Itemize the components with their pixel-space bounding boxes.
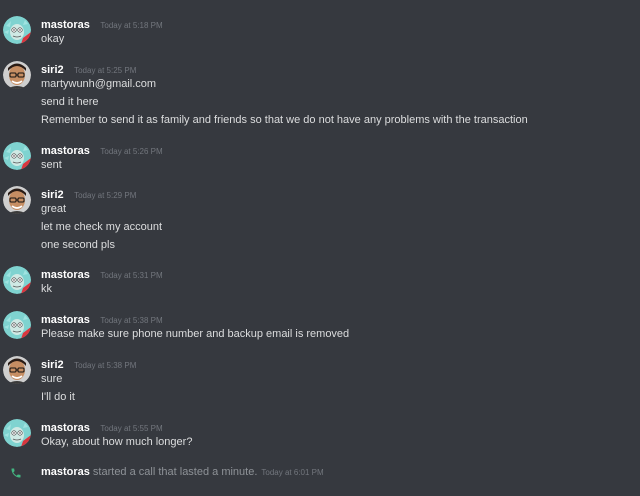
message-text: let me check my account	[41, 221, 163, 233]
username[interactable]: mastoras	[41, 466, 90, 478]
message-header: mastoras Today at 5:26 PM	[41, 142, 163, 158]
message-text: sent	[41, 159, 62, 171]
username[interactable]: siri2	[41, 359, 64, 371]
rick-avatar-icon[interactable]	[3, 142, 31, 170]
call-text: mastoras started a call that lasted a min…	[41, 464, 324, 481]
timestamp: Today at 5:18 PM	[100, 21, 163, 30]
timestamp: Today at 5:26 PM	[100, 147, 163, 156]
call-system-message: mastoras started a call that lasted a min…	[0, 464, 640, 480]
message-header: siri2 Today at 5:25 PM	[41, 61, 136, 77]
message-text: send it here	[41, 96, 99, 108]
message-header: mastoras Today at 5:18 PM	[41, 16, 163, 32]
rick-avatar-icon[interactable]	[3, 419, 31, 447]
timestamp: Today at 5:38 PM	[100, 316, 163, 325]
timestamp: Today at 5:29 PM	[74, 191, 137, 200]
message-text: one second pls	[41, 239, 115, 251]
man-glasses-avatar-icon[interactable]	[3, 356, 31, 384]
message-text: great	[41, 203, 67, 215]
rick-avatar-icon[interactable]	[3, 16, 31, 44]
username[interactable]: siri2	[41, 64, 64, 76]
timestamp: Today at 5:25 PM	[74, 66, 137, 75]
call-description: started a call that lasted a minute.	[92, 466, 258, 478]
timestamp: Today at 5:31 PM	[100, 271, 163, 280]
message-header: mastoras Today at 5:31 PM	[41, 266, 163, 282]
chat-messages: mastoras Today at 5:18 PM okay siri2 Tod…	[0, 0, 640, 496]
message-header: mastoras Today at 5:38 PM	[41, 311, 163, 327]
rick-avatar-icon[interactable]	[3, 266, 31, 294]
username[interactable]: mastoras	[41, 314, 90, 326]
message-text: okay	[41, 33, 65, 45]
username[interactable]: siri2	[41, 189, 64, 201]
username[interactable]: mastoras	[41, 269, 90, 281]
message-text: sure	[41, 373, 63, 385]
phone-icon	[10, 466, 22, 484]
message-text: Please make sure phone number and backup…	[41, 328, 350, 340]
timestamp: Today at 6:01 PM	[261, 468, 324, 477]
rick-avatar-icon[interactable]	[3, 311, 31, 339]
message-text: kk	[41, 283, 52, 295]
man-glasses-avatar-icon[interactable]	[3, 61, 31, 89]
username[interactable]: mastoras	[41, 19, 90, 31]
message-text: martywunh@gmail.com	[41, 78, 157, 90]
message-text: Remember to send it as family and friend…	[41, 114, 528, 126]
man-glasses-avatar-icon[interactable]	[3, 186, 31, 214]
timestamp: Today at 5:38 PM	[74, 361, 137, 370]
message-header: siri2 Today at 5:29 PM	[41, 186, 136, 202]
message-text: I'll do it	[41, 391, 75, 403]
username[interactable]: mastoras	[41, 422, 90, 434]
username[interactable]: mastoras	[41, 145, 90, 157]
message-header: mastoras Today at 5:55 PM	[41, 419, 163, 435]
timestamp: Today at 5:55 PM	[100, 424, 163, 433]
message-text: Okay, about how much longer?	[41, 436, 193, 448]
message-header: siri2 Today at 5:38 PM	[41, 356, 136, 372]
